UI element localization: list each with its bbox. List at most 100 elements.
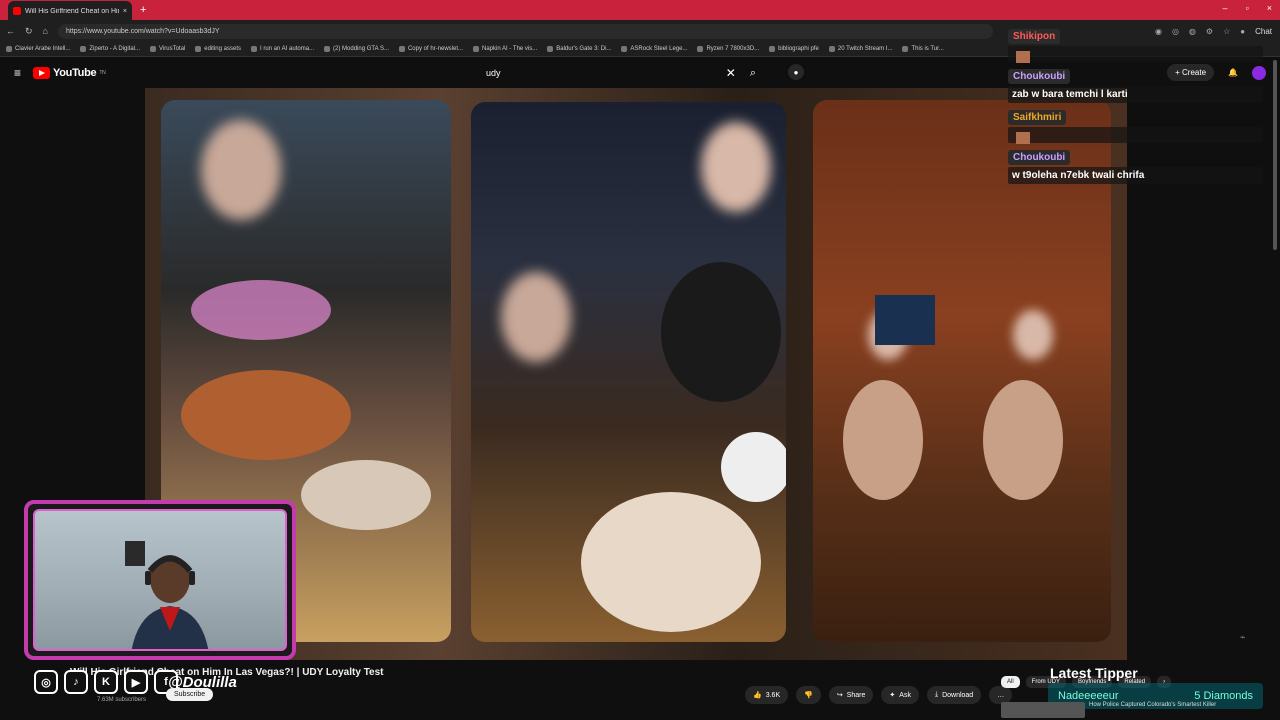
url-field[interactable]: https://www.youtube.com/watch?v=Udoaasb3…	[57, 23, 993, 39]
chat-text: zab w bara temchi l karti	[1008, 86, 1263, 103]
bookmark-icon	[324, 46, 331, 52]
video-frame-center	[471, 102, 786, 642]
home-icon[interactable]: ⌂	[43, 26, 48, 36]
browser-tab-bar: Will His Girlfriend Cheat on Him I... × …	[0, 0, 1280, 21]
window-controls: – ▫ ×	[1223, 3, 1272, 13]
bookmark-icon	[80, 46, 87, 52]
bookmark-icon	[251, 46, 257, 52]
video-actions: 👍 3.6K 👎 ↪ Share ✦ Ask ⤓ Download …	[745, 686, 1013, 704]
stream-chat-overlay: Shikipon Choukoubi zab w bara temchi l k…	[1008, 26, 1263, 186]
figure-shape	[191, 280, 331, 340]
watermark-icon: ⌁	[1240, 632, 1246, 642]
hamburger-menu-icon[interactable]: ≡	[14, 66, 21, 80]
bookmark-item[interactable]: Baldur's Gate 3: Di...	[547, 46, 611, 52]
logo-country: TN	[99, 70, 106, 76]
youtube-icon: ▶	[124, 670, 148, 694]
chat-message: Saifkhmiri	[1008, 107, 1263, 144]
bookmark-icon	[902, 46, 909, 52]
chat-text	[1008, 46, 1263, 63]
folder-icon	[769, 46, 776, 52]
reload-icon[interactable]: ↻	[25, 26, 33, 37]
search-icon[interactable]: ⌕	[750, 67, 756, 80]
chat-username: Shikipon	[1008, 29, 1061, 44]
chat-message: Choukoubi w t9oleha n7ebk twali chrifa	[1008, 147, 1263, 184]
related-title: How Police Captured Colorado's Smartest …	[1089, 702, 1217, 708]
bookmark-icon	[547, 46, 554, 52]
browser-tab[interactable]: Will His Girlfriend Cheat on Him I... ×	[8, 1, 132, 21]
chat-text	[1008, 127, 1263, 144]
related-thumbnail	[1001, 702, 1085, 718]
bookmark-item[interactable]: Ryzen 7 7800x3D...	[697, 46, 759, 52]
thumbs-up-icon: 👍	[753, 692, 762, 699]
bookmark-item[interactable]: bibliographi pfe	[769, 46, 819, 52]
dislike-button[interactable]: 👎	[796, 686, 821, 704]
tiktok-icon: ♪	[64, 670, 88, 694]
bookmark-item[interactable]: Clavier Arabe Intell...	[6, 46, 70, 52]
emote-icon	[1016, 132, 1030, 144]
bookmark-item[interactable]: editing assets	[195, 46, 241, 52]
bookmark-item[interactable]: 20 Twitch Stream I...	[828, 46, 892, 52]
figure-shape	[843, 380, 923, 500]
voice-search-icon[interactable]: ●	[788, 64, 804, 80]
page-scrollbar[interactable]	[1273, 60, 1277, 250]
bookmark-item[interactable]: VirusTotal	[150, 46, 185, 52]
kick-icon: K	[94, 670, 118, 694]
food-plate-shape	[581, 492, 761, 632]
tab-title: Will His Girlfriend Cheat on Him I...	[25, 7, 119, 15]
subscriber-count: 7.63M subscribers	[97, 697, 147, 703]
download-button[interactable]: ⤓ Download	[926, 686, 982, 704]
streamer-figure	[125, 541, 209, 649]
chat-message: Shikipon	[1008, 26, 1263, 63]
ball-shape	[721, 432, 786, 502]
search-input[interactable]: udy	[478, 68, 726, 78]
bookmark-icon	[828, 46, 835, 52]
bookmark-icon	[150, 46, 157, 52]
bookmark-item[interactable]: This is Tur...	[902, 46, 944, 52]
instagram-icon: ◎	[34, 670, 58, 694]
tab-close-icon[interactable]: ×	[123, 8, 127, 15]
chip-all[interactable]: All	[1001, 676, 1020, 688]
chat-message: Choukoubi zab w bara temchi l karti	[1008, 66, 1263, 103]
thumbs-down-icon: 👎	[804, 692, 813, 699]
subscribe-button[interactable]: Subscribe	[166, 688, 214, 701]
figure-shape	[983, 380, 1063, 500]
like-button[interactable]: 👍 3.6K	[745, 686, 789, 704]
bookmark-item[interactable]: I run an AI automa...	[251, 46, 314, 52]
chat-username: Saifkhmiri	[1008, 110, 1067, 125]
youtube-logo[interactable]: YouTube TN	[33, 67, 106, 79]
bookmark-item[interactable]: (2) Modding GTA S...	[324, 46, 389, 52]
ask-button[interactable]: ✦ Ask	[881, 686, 919, 704]
url-text: https://www.youtube.com/watch?v=Udoaasb3…	[65, 27, 220, 35]
bookmark-icon	[6, 46, 12, 52]
share-icon: ↪	[836, 692, 843, 699]
webcam-feed	[33, 509, 287, 651]
blurred-face	[501, 272, 571, 362]
bookmark-icon	[398, 46, 405, 52]
minimize-button[interactable]: –	[1223, 3, 1228, 13]
share-button[interactable]: ↪ Share	[828, 686, 874, 704]
food-plate-shape	[181, 370, 351, 460]
blurred-face	[201, 120, 281, 220]
emote-icon	[1016, 51, 1030, 63]
tv-screen-shape	[875, 295, 935, 345]
chat-username: Choukoubi	[1008, 69, 1071, 84]
close-window-button[interactable]: ×	[1267, 3, 1272, 13]
chat-username: Choukoubi	[1008, 150, 1071, 165]
maximize-button[interactable]: ▫	[1246, 3, 1249, 13]
figure-shape	[661, 262, 781, 402]
bookmark-item[interactable]: Napkin AI - The vis...	[473, 46, 537, 52]
clear-search-icon[interactable]: ✕	[726, 66, 736, 80]
new-tab-button[interactable]: +	[140, 4, 146, 16]
tipper-name: Nadeeeeeur	[1058, 690, 1119, 702]
related-video-item[interactable]: How Police Captured Colorado's Smartest …	[1001, 702, 1216, 718]
bookmark-item[interactable]: Copy of hr-newslet...	[398, 46, 463, 52]
social-icons: ◎ ♪ K ▶ f	[34, 670, 178, 694]
search-bar: udy ✕ ⌕	[478, 62, 778, 84]
back-icon[interactable]: ←	[6, 26, 15, 36]
bookmark-icon	[621, 46, 628, 52]
bookmark-item[interactable]: ASRock Steel Lege...	[621, 46, 687, 52]
sparkle-icon: ✦	[889, 692, 896, 699]
folder-icon	[195, 46, 202, 52]
webcam-overlay	[24, 500, 296, 660]
bookmark-item[interactable]: Ziperto - A Digital...	[80, 46, 140, 52]
